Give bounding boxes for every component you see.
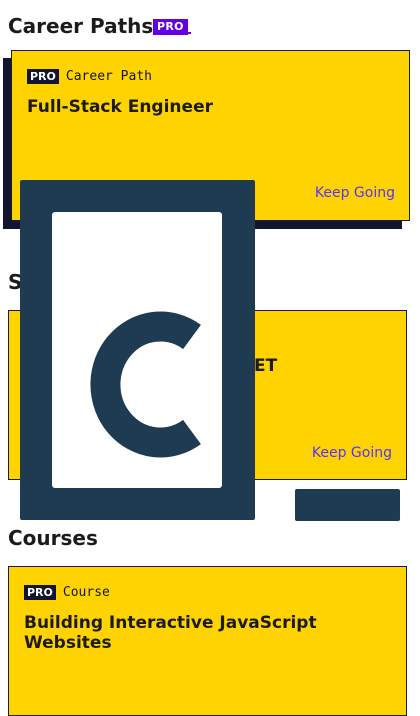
career-paths-heading: Career Paths xyxy=(8,14,154,38)
card-eyebrow: PRO Course xyxy=(24,585,110,600)
course-card[interactable]: PRO Course Building Interactive JavaScri… xyxy=(8,566,407,716)
card-title: ET xyxy=(254,356,278,376)
pro-tag: PRO xyxy=(27,69,59,84)
splash-loading-bar xyxy=(295,489,400,521)
card-title: Full-Stack Engineer xyxy=(27,97,213,117)
courses-heading: Courses xyxy=(8,526,98,550)
pro-badge-underline xyxy=(184,32,191,34)
pro-badge: PRO xyxy=(153,19,188,35)
keep-going-link[interactable]: Keep Going xyxy=(312,445,392,461)
keep-going-link[interactable]: Keep Going xyxy=(315,185,395,201)
card-title: Building Interactive JavaScript Websites xyxy=(24,613,317,653)
codecademy-logo-icon xyxy=(90,311,201,458)
splash-logo-tile xyxy=(20,180,255,520)
card-type-label: Course xyxy=(62,585,110,600)
card-type-label: Career Path xyxy=(65,69,152,84)
card-eyebrow: PRO Career Path xyxy=(27,69,152,84)
splash-logo-panel xyxy=(52,212,222,488)
pro-tag: PRO xyxy=(24,585,56,600)
